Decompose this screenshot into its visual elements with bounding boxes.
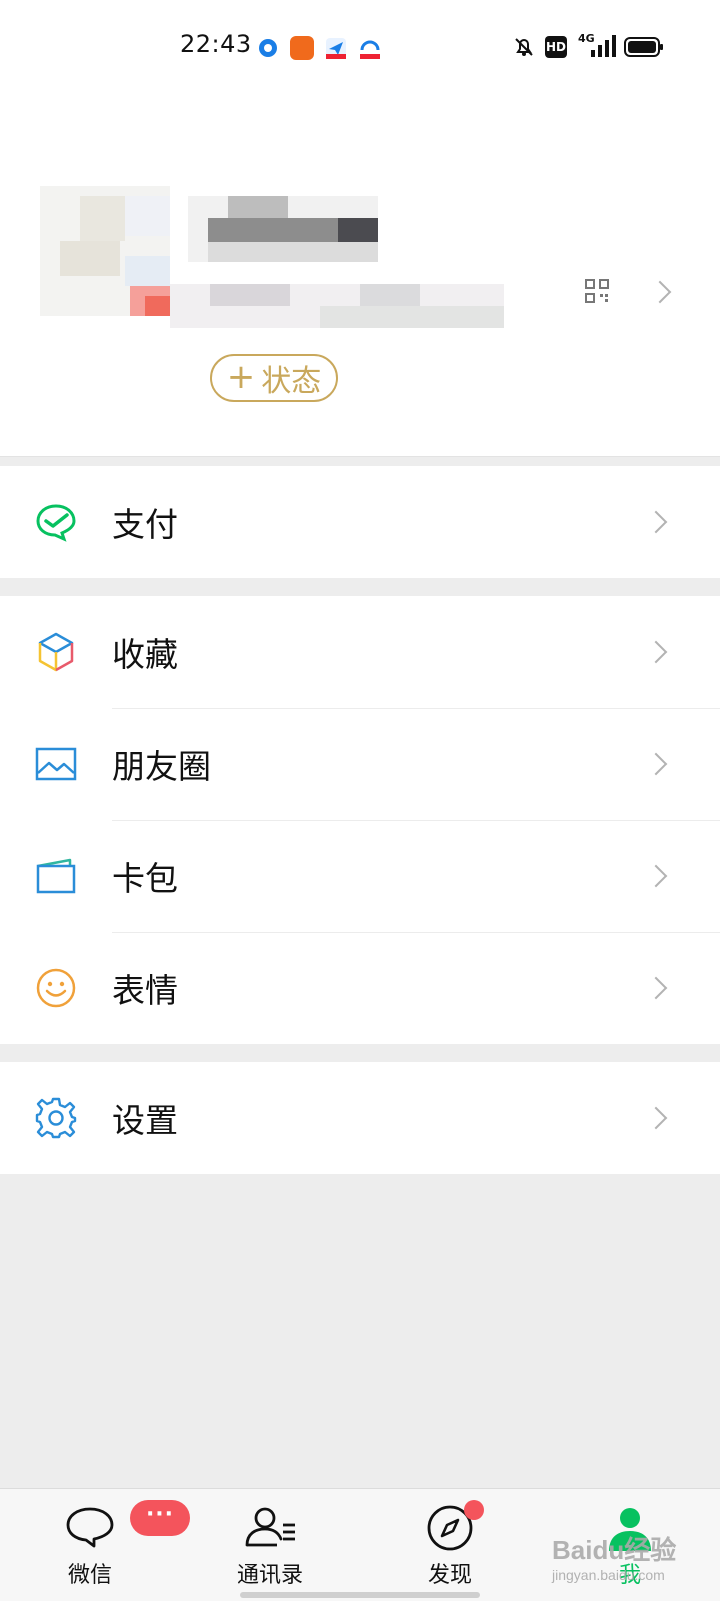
status-button-label: 状态 xyxy=(261,364,322,399)
tab-label: 发现 xyxy=(427,1563,472,1588)
chevron-right-icon xyxy=(644,510,668,534)
menu-item-label: 收藏 xyxy=(112,635,178,674)
add-status-button[interactable]: + 状态 xyxy=(210,354,338,402)
plus-icon: + xyxy=(226,356,256,397)
chevron-right-icon[interactable] xyxy=(648,280,672,304)
menu-item-label: 支付 xyxy=(112,505,178,544)
smiley-icon xyxy=(34,966,78,1010)
menu-item-pay[interactable]: 支付 xyxy=(0,466,720,578)
gear-icon xyxy=(34,1096,78,1140)
settings-group: 设置 xyxy=(0,1062,720,1174)
watermark-line2: jingyan.baidu.com xyxy=(552,1567,665,1583)
menu-item-favorites[interactable]: 收藏 xyxy=(0,596,720,708)
send-app-icon xyxy=(324,36,348,60)
chevron-right-icon xyxy=(644,1106,668,1130)
tab-discover[interactable]: 发现 xyxy=(390,1489,510,1601)
tab-contacts[interactable]: 通讯录 xyxy=(210,1489,330,1601)
menu-item-label: 卡包 xyxy=(112,859,178,898)
chat-bubble-icon xyxy=(66,1507,114,1548)
battery-icon xyxy=(624,36,664,62)
home-indicator[interactable] xyxy=(240,1592,480,1598)
menu-item-moments[interactable]: 朋友圈 xyxy=(0,708,720,820)
status-time: 22:43 xyxy=(180,30,252,58)
profile-header[interactable]: + 状态 xyxy=(0,90,720,457)
favorites-cube-icon xyxy=(34,630,78,674)
uc-browser-app-icon xyxy=(290,36,314,60)
chevron-right-icon xyxy=(644,864,668,888)
qr-code-icon[interactable] xyxy=(584,278,610,308)
chevron-right-icon xyxy=(644,752,668,776)
headset-app-icon xyxy=(358,36,382,60)
contacts-icon xyxy=(245,1507,295,1547)
mute-bell-icon xyxy=(513,36,535,62)
content-group: 收藏 朋友圈 卡包 表情 xyxy=(0,596,720,1044)
notification-app-icon xyxy=(256,36,280,60)
wechat-pay-icon xyxy=(34,500,78,544)
watermark-line1: Baidu经验 xyxy=(552,1535,677,1565)
chevron-right-icon xyxy=(644,640,668,664)
menu-item-cards[interactable]: 卡包 xyxy=(0,820,720,932)
tab-label: 微信 xyxy=(67,1563,112,1588)
menu-item-label: 朋友圈 xyxy=(112,747,211,786)
new-dot-badge xyxy=(464,1500,484,1520)
avatar xyxy=(40,186,170,316)
hd-badge: HD xyxy=(545,36,567,58)
card-wallet-icon xyxy=(34,854,78,898)
tab-chats[interactable]: 微信 xyxy=(30,1489,150,1601)
tab-label: 通讯录 xyxy=(236,1563,303,1588)
wechat-id xyxy=(170,284,504,328)
watermark: Baidu经验 jingyan.baidu.com xyxy=(552,1530,712,1594)
menu-item-label: 表情 xyxy=(112,971,178,1010)
pay-group: 支付 xyxy=(0,466,720,578)
chevron-right-icon xyxy=(644,976,668,1000)
unread-badge: ··· xyxy=(130,1500,190,1536)
status-bar: 22:43 HD 4G xyxy=(0,0,720,90)
menu-item-stickers[interactable]: 表情 xyxy=(0,932,720,1044)
moments-image-icon xyxy=(34,742,78,786)
signal-strength-icon xyxy=(590,34,616,62)
nickname xyxy=(188,196,378,262)
menu-item-label: 设置 xyxy=(112,1101,178,1140)
menu-item-settings[interactable]: 设置 xyxy=(0,1062,720,1174)
